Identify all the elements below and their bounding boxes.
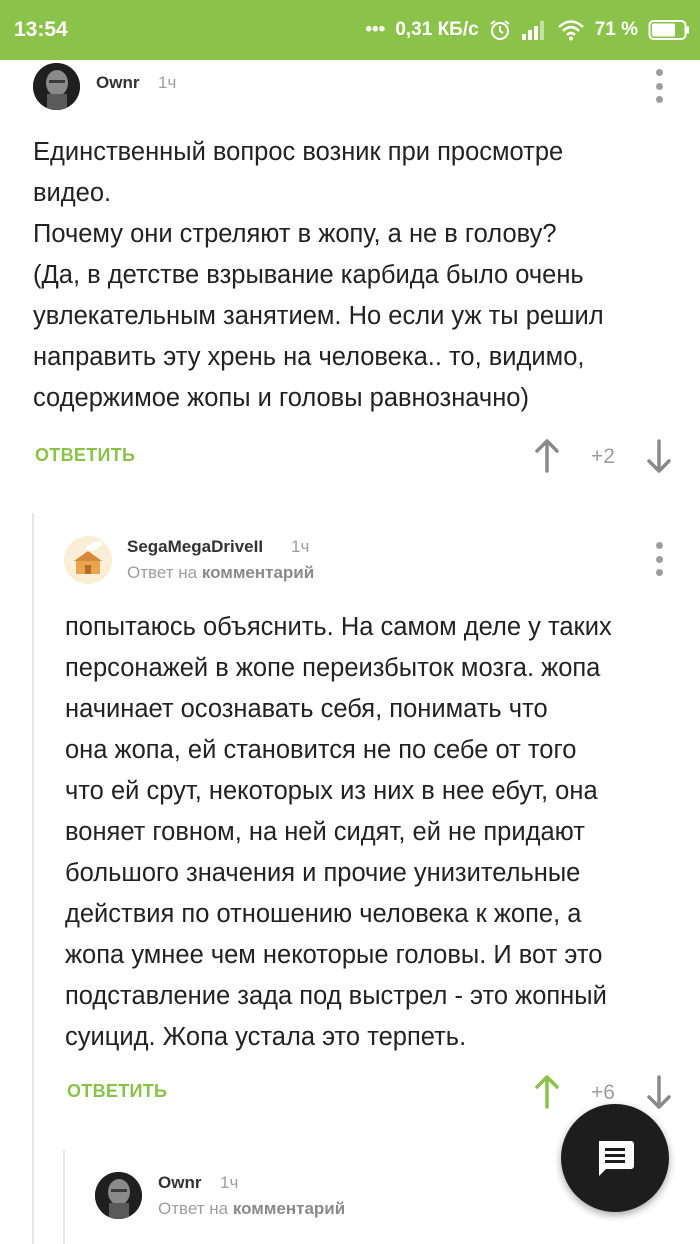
comment-icon xyxy=(599,1141,634,1176)
battery-percent: 71 % xyxy=(594,19,638,40)
comment-author[interactable]: SegaMegaDriveII xyxy=(127,537,263,557)
reply-to-prefix: Ответ на xyxy=(127,563,198,582)
comment-text: попытаюсь объяснить. На самом деле у так… xyxy=(65,613,612,1051)
comment-author[interactable]: Ownr xyxy=(96,73,139,93)
reply-to-info: Ответ на комментарий xyxy=(127,563,314,583)
upvote-icon[interactable] xyxy=(532,438,562,474)
reply-to-link[interactable]: комментарий xyxy=(233,1199,345,1218)
reply-button[interactable]: ОТВЕТИТЬ xyxy=(67,1081,167,1102)
comment-author[interactable]: Ownr xyxy=(158,1173,201,1193)
comment: Ownr 1ч Единственный вопрос возник при п… xyxy=(0,60,700,500)
signal-icon xyxy=(521,21,544,40)
comment-score: +6 xyxy=(591,1081,615,1104)
reply-to-link[interactable]: комментарий xyxy=(202,563,314,582)
status-bar: 13:54 ••• 0,31 КБ/с 71 % xyxy=(0,0,700,60)
comment-time: 1ч xyxy=(291,537,310,556)
reply-to-prefix: Ответ на xyxy=(158,1199,229,1218)
avatar[interactable] xyxy=(95,1172,142,1219)
downvote-icon[interactable] xyxy=(644,438,674,474)
downvote-icon[interactable] xyxy=(644,1074,674,1110)
comment-time: 1ч xyxy=(158,73,177,92)
wifi-icon xyxy=(557,20,584,41)
reply-to-info: Ответ на комментарий xyxy=(158,1199,345,1219)
battery-icon xyxy=(648,20,689,40)
more-options-icon[interactable] xyxy=(649,69,669,103)
reply-button[interactable]: ОТВЕТИТЬ xyxy=(35,445,135,466)
alarm-icon xyxy=(490,20,510,40)
add-comment-button[interactable] xyxy=(561,1104,669,1212)
status-time: 13:54 xyxy=(14,18,68,41)
comment: SegaMegaDriveII 1ч Ответ на комментарий … xyxy=(0,520,700,1120)
avatar[interactable] xyxy=(33,63,80,110)
network-speed: 0,31 КБ/с xyxy=(395,19,479,40)
notification-dots: ••• xyxy=(365,19,386,40)
more-options-icon[interactable] xyxy=(649,542,669,576)
comment-text: Единственный вопрос возник при просмотре… xyxy=(33,138,604,412)
comment-score: +2 xyxy=(591,445,615,468)
avatar[interactable] xyxy=(64,536,112,584)
comment-time: 1ч xyxy=(220,1173,239,1192)
upvote-icon[interactable] xyxy=(532,1074,562,1110)
